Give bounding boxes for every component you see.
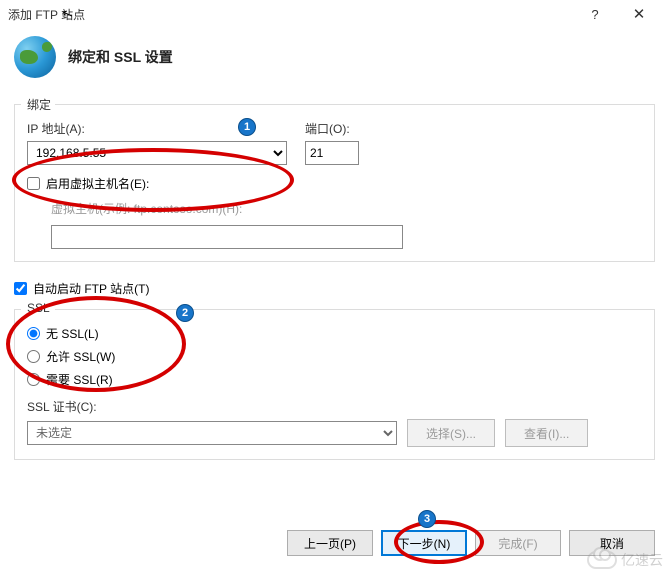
ip-address-label: IP 地址(A): [27,120,287,137]
titlebar: 添加 FTP 站点 ↖ ? ✕ [0,0,669,28]
dialog-footer: 上一页(P) 下一步(N) 完成(F) 取消 [287,530,655,556]
ssl-legend: SSL [23,301,54,315]
enable-vhost-checkbox[interactable] [27,177,40,190]
ssl-cert-select[interactable]: 未选定 [27,421,397,445]
binding-legend: 绑定 [23,96,55,113]
ssl-cert-label: SSL 证书(C): [27,398,642,415]
dialog-header: 绑定和 SSL 设置 [0,28,669,92]
ssl-none-radio[interactable] [27,327,40,340]
prev-button[interactable]: 上一页(P) [287,530,373,556]
page-title: 绑定和 SSL 设置 [68,47,173,67]
cancel-button[interactable]: 取消 [569,530,655,556]
help-button[interactable]: ? [573,7,617,22]
port-label: 端口(O): [305,120,359,137]
globe-icon [14,36,56,78]
ssl-require-radio[interactable] [27,373,40,386]
vhost-input [51,225,403,249]
next-button[interactable]: 下一步(N) [381,530,467,556]
autostart-checkbox[interactable] [14,282,27,295]
annotation-badge-3: 3 [418,510,436,528]
vhost-label: 虚拟主机(示例: ftp.contoso.com)(H): [51,200,642,217]
view-cert-button: 查看(I)... [505,419,588,447]
autostart-label: 自动启动 FTP 站点(T) [33,280,149,297]
ip-address-select[interactable]: 192.168.5.55 [27,141,287,165]
ssl-allow-radio[interactable] [27,350,40,363]
binding-group: 绑定 IP 地址(A): 192.168.5.55 端口(O): 启用虚拟主机名… [14,104,655,262]
close-button[interactable]: ✕ [617,5,661,23]
finish-button: 完成(F) [475,530,561,556]
window-title: 添加 FTP 站点 [8,6,573,23]
ssl-require-label: 需要 SSL(R) [46,371,113,388]
enable-vhost-label: 启用虚拟主机名(E): [46,175,149,192]
ssl-group: SSL 无 SSL(L) 允许 SSL(W) 需要 SSL(R) SSL 证书(… [14,309,655,460]
port-input[interactable] [305,141,359,165]
ssl-none-label: 无 SSL(L) [46,325,99,342]
select-cert-button: 选择(S)... [407,419,495,447]
ssl-allow-label: 允许 SSL(W) [46,348,115,365]
